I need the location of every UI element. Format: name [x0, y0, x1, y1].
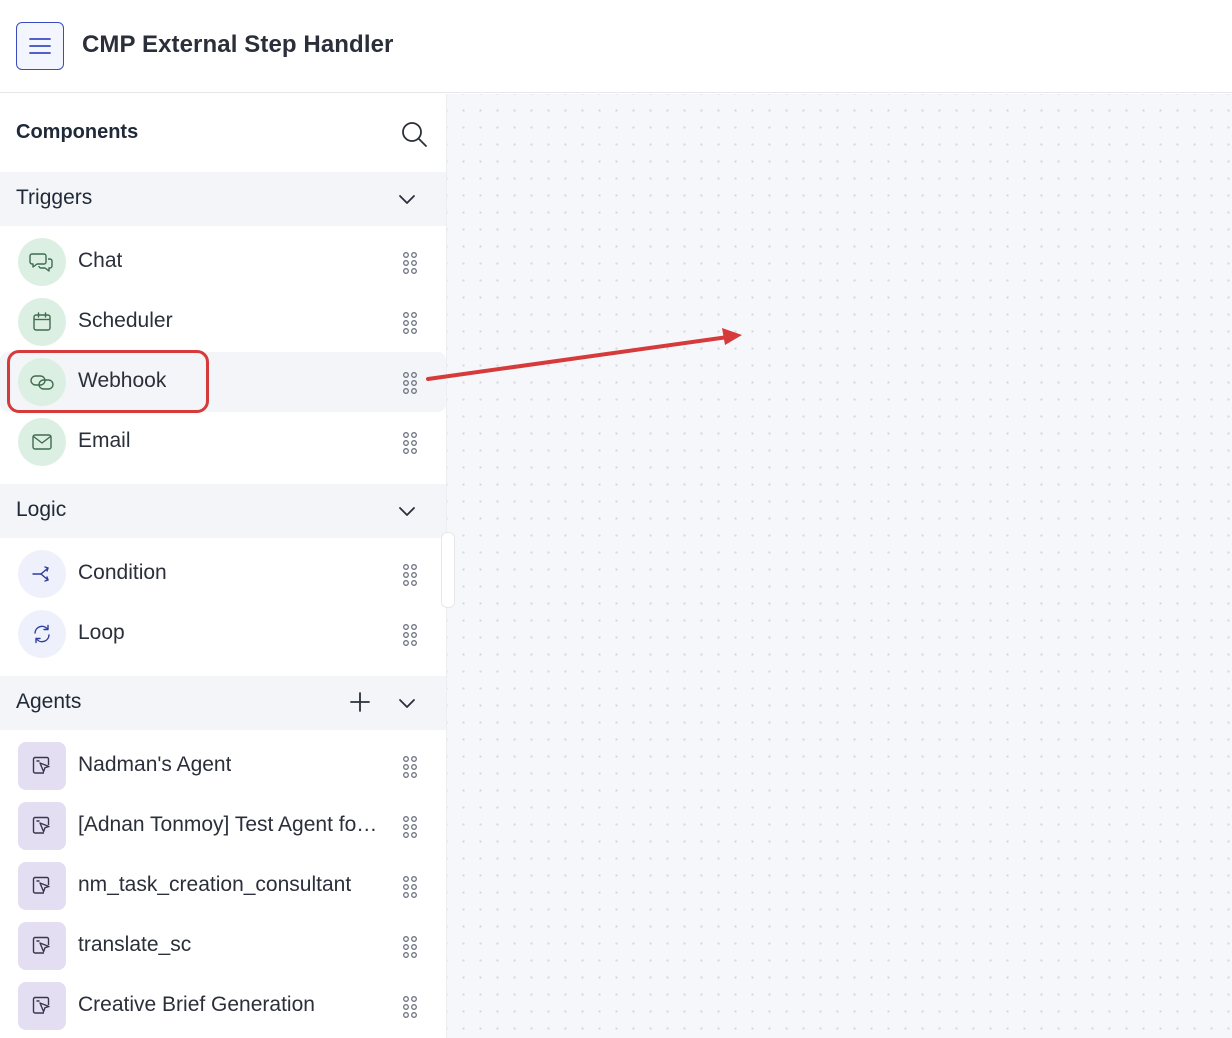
section-agents[interactable]: Agents: [0, 676, 446, 730]
search-icon[interactable]: [399, 119, 429, 149]
component-item-loop[interactable]: Loop: [0, 604, 446, 664]
agent-icon: [18, 922, 66, 970]
component-label: Chat: [78, 249, 123, 272]
drag-handle-icon[interactable]: [400, 371, 420, 395]
page-title: CMP External Step Handler: [82, 31, 394, 58]
agent-icon: [18, 862, 66, 910]
loop-icon: [18, 610, 66, 658]
drag-handle-icon[interactable]: [400, 815, 420, 839]
component-item-email[interactable]: Email: [0, 412, 446, 472]
branch-icon: [18, 550, 66, 598]
drag-handle-icon[interactable]: [400, 251, 420, 275]
chat-bubbles-icon: [18, 238, 66, 286]
agent-icon: [18, 802, 66, 850]
section-logic[interactable]: Logic: [0, 484, 446, 538]
component-label: translate_sc: [78, 933, 192, 956]
envelope-icon: [18, 418, 66, 466]
component-item-chat[interactable]: Chat: [0, 232, 446, 292]
agent-item[interactable]: translate_sc: [0, 916, 446, 976]
agent-item[interactable]: [Adnan Tonmoy] Test Agent for Webhook: [0, 796, 446, 856]
sidebar-resize-handle[interactable]: [441, 532, 455, 608]
component-label: Scheduler: [78, 309, 173, 332]
drag-handle-icon[interactable]: [400, 311, 420, 335]
components-sidebar: Components Triggers Chat Scheduler Webho…: [0, 94, 447, 1038]
drag-handle-icon[interactable]: [400, 755, 420, 779]
components-title: Components: [16, 121, 139, 143]
calendar-icon: [18, 298, 66, 346]
app-header: CMP External Step Handler: [0, 0, 1232, 93]
component-label: Condition: [78, 561, 167, 584]
drag-handle-icon[interactable]: [400, 563, 420, 587]
agent-item[interactable]: nm_task_creation_consultant: [0, 856, 446, 916]
drag-handle-icon[interactable]: [400, 995, 420, 1019]
agent-item[interactable]: Creative Brief Generation: [0, 976, 446, 1036]
section-triggers[interactable]: Triggers: [0, 172, 446, 226]
component-label: Creative Brief Generation: [78, 993, 315, 1016]
component-label: [Adnan Tonmoy] Test Agent for Webhook: [78, 813, 383, 836]
agent-icon: [18, 982, 66, 1030]
component-label: Nadman's Agent: [78, 753, 232, 776]
component-item-scheduler[interactable]: Scheduler: [0, 292, 446, 352]
component-item-condition[interactable]: Condition: [0, 544, 446, 604]
component-label: Loop: [78, 621, 125, 644]
section-title-agents: Agents: [16, 690, 82, 713]
component-label: nm_task_creation_consultant: [78, 873, 352, 896]
chevron-down-icon[interactable]: [396, 188, 418, 210]
plus-icon[interactable]: [348, 690, 372, 714]
annotation-highlight-box: [7, 350, 209, 413]
chevron-down-icon[interactable]: [396, 692, 418, 714]
agent-icon: [18, 742, 66, 790]
workflow-canvas[interactable]: [447, 94, 1232, 1038]
components-header: Components: [0, 94, 446, 172]
drag-handle-icon[interactable]: [400, 431, 420, 455]
section-title-logic: Logic: [16, 498, 67, 521]
agent-item[interactable]: Nadman's Agent: [0, 736, 446, 796]
chevron-down-icon[interactable]: [396, 500, 418, 522]
drag-handle-icon[interactable]: [400, 623, 420, 647]
drag-handle-icon[interactable]: [400, 935, 420, 959]
hamburger-icon: [29, 38, 51, 54]
component-label: Email: [78, 429, 131, 452]
section-title-triggers: Triggers: [16, 186, 93, 209]
hamburger-menu-button[interactable]: [16, 22, 64, 70]
drag-handle-icon[interactable]: [400, 875, 420, 899]
